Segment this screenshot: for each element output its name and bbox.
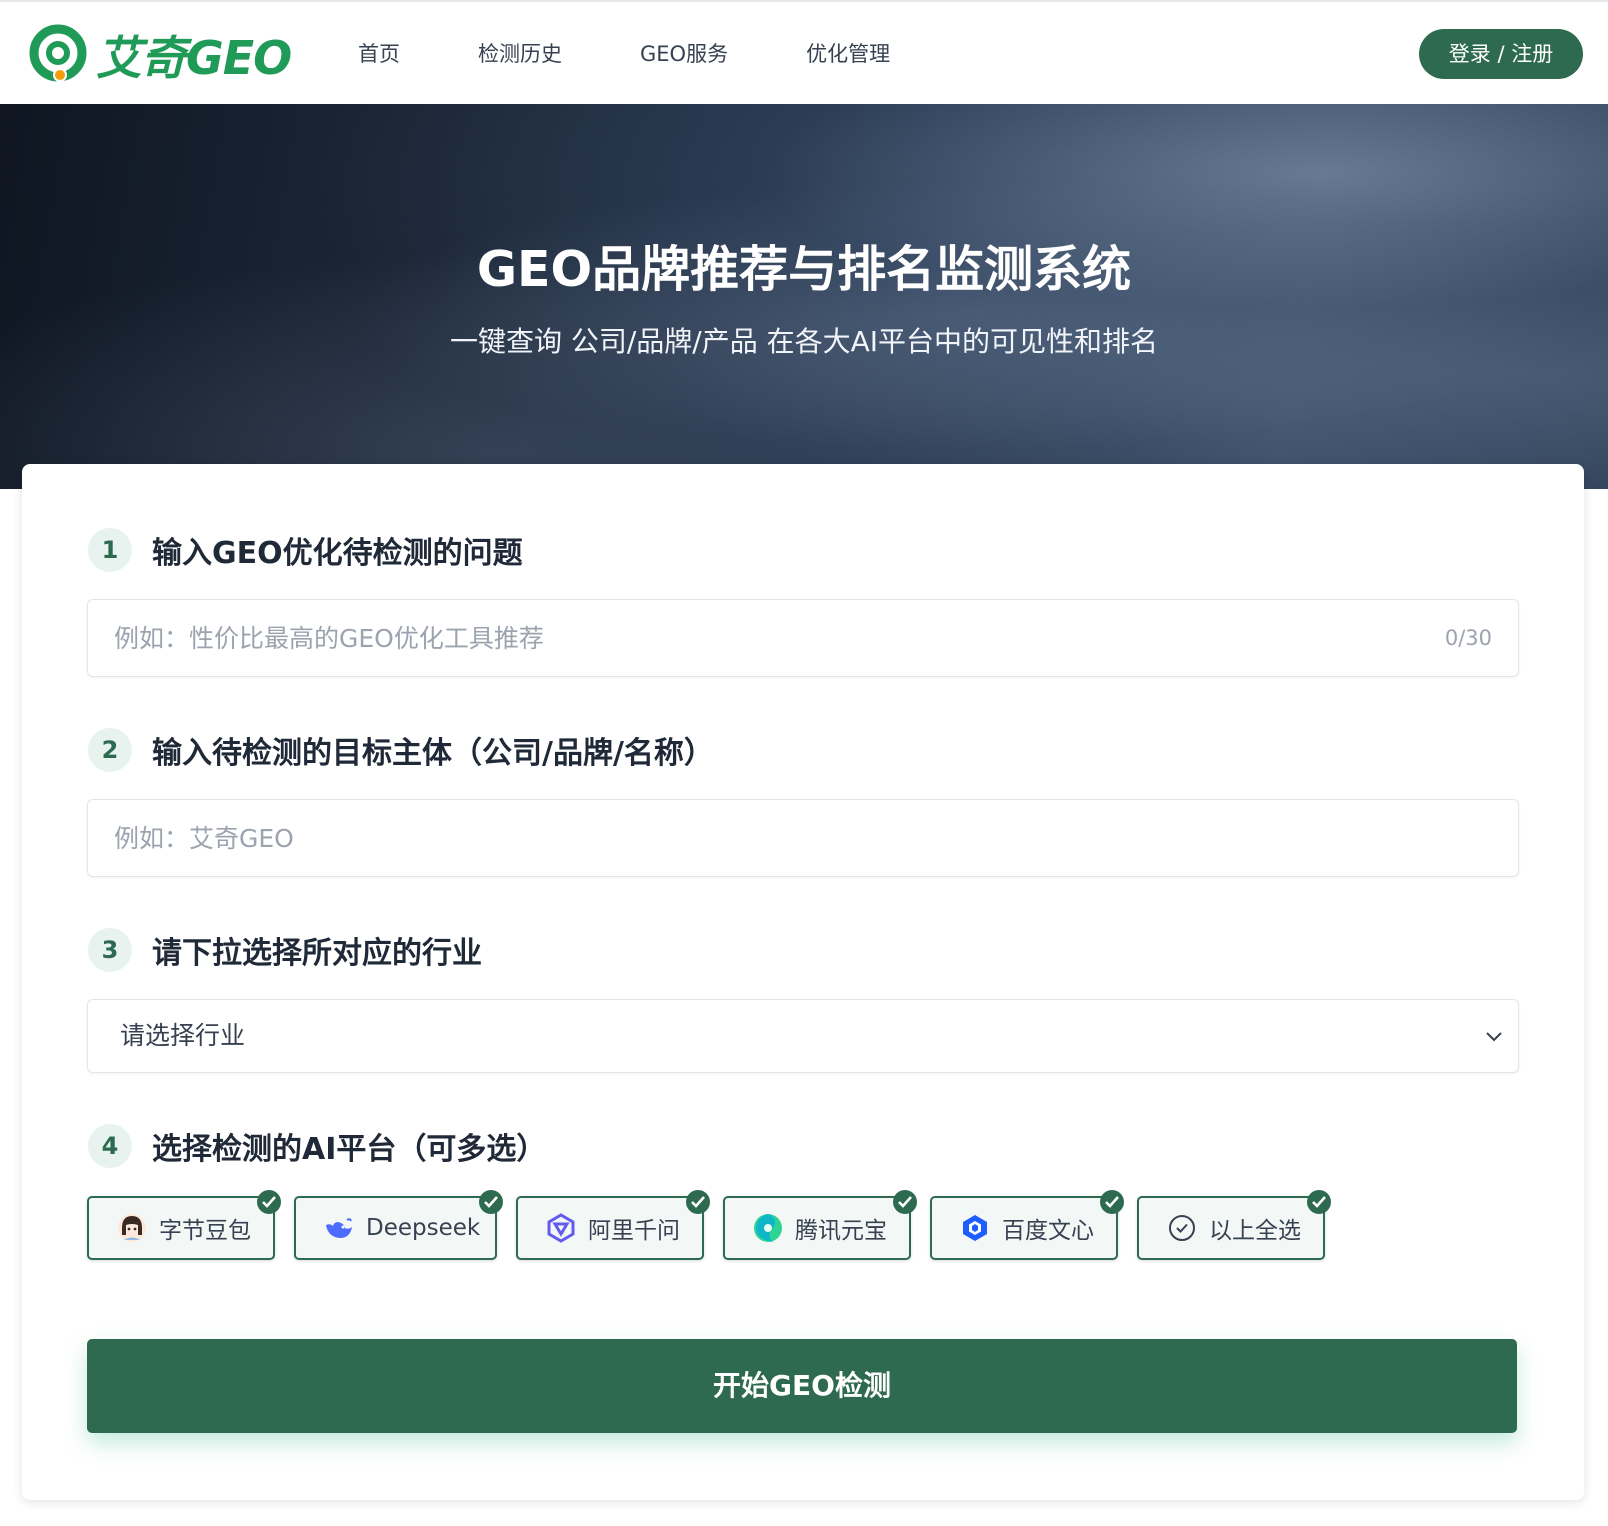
login-register-button[interactable]: 登录 / 注册 [1419, 29, 1583, 79]
logo[interactable]: 艾奇GEO [28, 22, 292, 88]
industry-select-value: 请选择行业 [120, 1021, 246, 1050]
platform-chip-doubao[interactable]: 字节豆包 [87, 1190, 281, 1260]
question-field: 0/30 [87, 599, 1519, 677]
target-input[interactable] [88, 800, 1414, 876]
platform-label: 阿里千问 [588, 1218, 680, 1244]
checkmark-icon [257, 1190, 281, 1214]
start-detection-button[interactable]: 开始GEO检测 [87, 1339, 1517, 1433]
hero-banner: GEO品牌推荐与排名监测系统 一键查询 公司/品牌/产品 在各大AI平台中的可见… [0, 104, 1608, 489]
platform-chip-yuanbao[interactable]: 腾讯元宝 [723, 1190, 917, 1260]
platform-label: Deepseek [366, 1215, 481, 1241]
nav-geo-service[interactable]: GEO服务 [640, 38, 728, 70]
industry-select[interactable]: 请选择行业 [87, 999, 1519, 1073]
site-header: 艾奇GEO 首页 检测历史 GEO服务 优化管理 登录 / 注册 [0, 2, 1608, 104]
step-number-badge: 1 [88, 528, 132, 572]
doubao-icon [118, 1214, 146, 1242]
logo-pin-icon [29, 24, 87, 82]
platform-label: 以上全选 [1209, 1218, 1301, 1244]
checkmark-icon [893, 1190, 917, 1214]
checkmark-icon [1307, 1190, 1331, 1214]
target-field [87, 799, 1519, 877]
char-counter: 0/30 [1444, 626, 1492, 650]
nav-optimization[interactable]: 优化管理 [806, 38, 890, 70]
nav-history[interactable]: 检测历史 [478, 38, 562, 70]
step-number-badge: 4 [88, 1124, 132, 1168]
step-3-header: 3 请下拉选择所对应的行业 [88, 928, 482, 972]
platform-chip-deepseek[interactable]: Deepseek [294, 1190, 503, 1260]
platform-label: 百度文心 [1002, 1218, 1094, 1244]
step-2-header: 2 输入待检测的目标主体（公司/品牌/名称） [88, 728, 714, 772]
deepseek-icon [326, 1218, 352, 1238]
step-number-badge: 2 [88, 728, 132, 772]
checkmark-icon [686, 1190, 710, 1214]
yuanbao-icon [754, 1214, 782, 1242]
chevron-down-icon [1486, 1032, 1502, 1042]
nav-home[interactable]: 首页 [358, 38, 400, 70]
step-title: 输入待检测的目标主体（公司/品牌/名称） [152, 736, 714, 771]
detection-form-card: 1 输入GEO优化待检测的问题 0/30 2 输入待检测的目标主体（公司/品牌/… [22, 464, 1584, 1500]
step-title: 请下拉选择所对应的行业 [152, 936, 482, 971]
wenxin-icon [963, 1215, 987, 1241]
hero-title: GEO品牌推荐与排名监测系统 [476, 241, 1132, 298]
step-title: 选择检测的AI平台（可多选） [152, 1132, 547, 1167]
qianwen-icon [547, 1213, 575, 1243]
platform-label: 腾讯元宝 [795, 1218, 887, 1244]
checkmark-icon [1100, 1190, 1124, 1214]
step-number-badge: 3 [88, 928, 132, 972]
step-1-header: 1 输入GEO优化待检测的问题 [88, 528, 523, 572]
platform-label: 字节豆包 [159, 1218, 251, 1244]
hero-subtitle: 一键查询 公司/品牌/产品 在各大AI平台中的可见性和排名 [449, 325, 1159, 358]
platform-chip-select-all[interactable]: 以上全选 [1137, 1190, 1331, 1260]
check-circle-icon [1169, 1215, 1195, 1241]
platform-chip-qianwen[interactable]: 阿里千问 [516, 1190, 710, 1260]
main-nav: 首页 检测历史 GEO服务 优化管理 [358, 38, 968, 70]
step-title: 输入GEO优化待检测的问题 [152, 536, 523, 571]
logo-text: 艾奇GEO [96, 31, 292, 85]
question-input[interactable] [88, 600, 1414, 676]
platform-chip-wenxin[interactable]: 百度文心 [930, 1190, 1124, 1260]
step-4-header: 4 选择检测的AI平台（可多选） [88, 1124, 546, 1168]
checkmark-icon [479, 1190, 503, 1214]
